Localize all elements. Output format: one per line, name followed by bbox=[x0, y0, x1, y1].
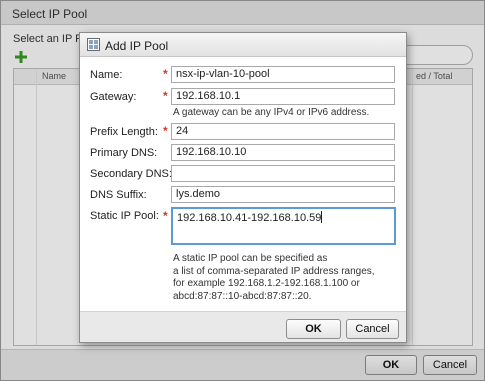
required-marker: * bbox=[163, 67, 168, 81]
gateway-hint: A gateway can be any IPv4 or IPv6 addres… bbox=[173, 107, 370, 118]
dialog-title: Add IP Pool bbox=[105, 39, 169, 53]
help-line: A static IP pool can be specified as bbox=[173, 253, 328, 264]
ip-pool-icon bbox=[87, 38, 100, 51]
add-ip-pool-dialog: Add IP Pool Name: * nsx-ip-vlan-10-pool … bbox=[79, 32, 407, 343]
help-line: for example 192.168.1.2-192.168.1.100 or bbox=[173, 278, 360, 289]
add-ip-pool-footer: OK Cancel bbox=[80, 311, 406, 342]
ok-button[interactable]: OK bbox=[286, 319, 341, 339]
static-ip-pool-textarea[interactable]: 192.168.10.41-192.168.10.59 bbox=[171, 207, 396, 245]
add-ip-pool-titlebar: Add IP Pool bbox=[80, 33, 406, 57]
text-cursor bbox=[321, 211, 323, 223]
required-marker: * bbox=[163, 209, 168, 223]
help-line: a list of comma-separated IP address ran… bbox=[173, 265, 375, 277]
primary-dns-label: Primary DNS: bbox=[90, 147, 158, 159]
help-line: abcd:87:87::10-abcd:87:87::20. bbox=[173, 290, 312, 302]
prefix-length-field[interactable]: 24 bbox=[171, 123, 395, 140]
secondary-dns-field[interactable] bbox=[171, 165, 395, 182]
cancel-button[interactable]: Cancel bbox=[346, 319, 399, 339]
gateway-label: Gateway: bbox=[90, 91, 137, 103]
gateway-field[interactable]: 192.168.10.1 bbox=[171, 88, 395, 105]
required-marker: * bbox=[163, 124, 168, 138]
static-ip-pool-value: 192.168.10.41-192.168.10.59 bbox=[177, 212, 322, 224]
secondary-dns-label: Secondary DNS: bbox=[90, 168, 172, 180]
primary-dns-field[interactable]: 192.168.10.10 bbox=[171, 144, 395, 161]
name-label: Name: bbox=[90, 69, 123, 81]
static-ip-pool-label: Static IP Pool: bbox=[90, 210, 159, 222]
prefix-length-label: Prefix Length: bbox=[90, 126, 158, 138]
required-marker: * bbox=[163, 89, 168, 103]
name-field[interactable]: nsx-ip-vlan-10-pool bbox=[171, 66, 395, 83]
static-ip-pool-help: A static IP pool can be specified as a l… bbox=[173, 253, 398, 303]
dns-suffix-field[interactable]: lys.demo bbox=[171, 186, 395, 203]
dns-suffix-label: DNS Suffix: bbox=[90, 189, 147, 201]
